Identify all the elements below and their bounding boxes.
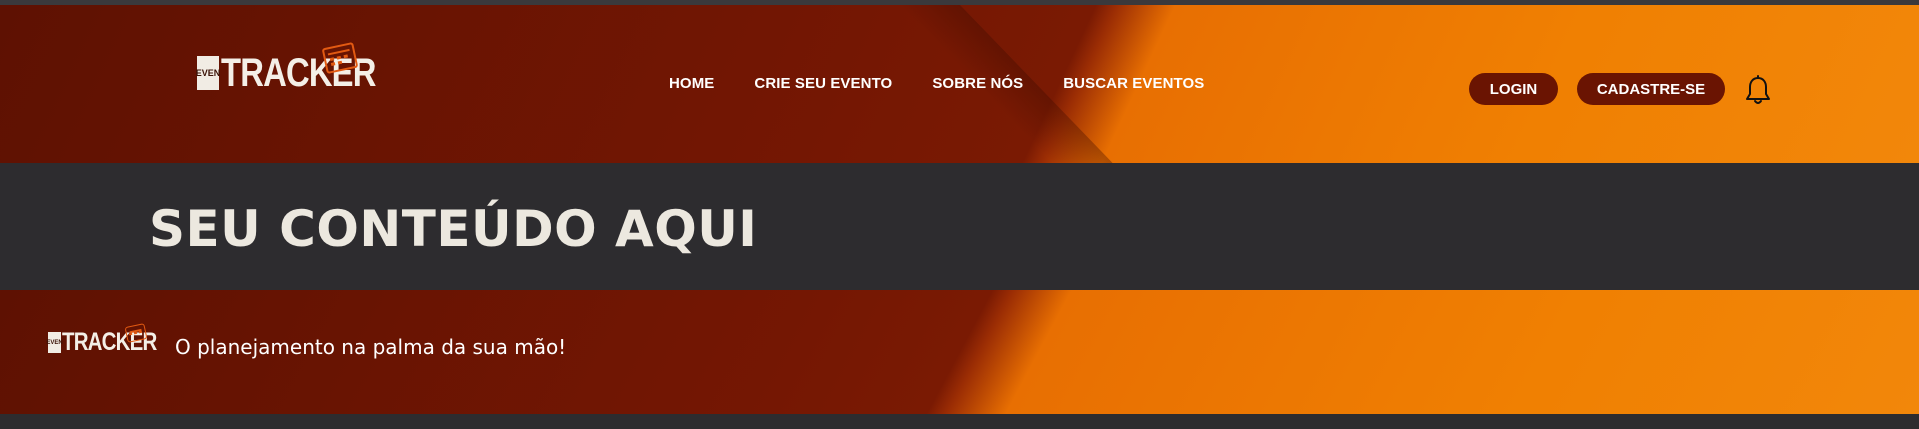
bottom-strip <box>0 414 1919 429</box>
bell-icon[interactable] <box>1744 75 1772 107</box>
login-button[interactable]: LOGIN <box>1469 73 1558 105</box>
signup-button[interactable]: CADASTRE-SE <box>1577 73 1725 105</box>
footer-logo[interactable]: EVEN TRACKER <box>46 323 177 355</box>
site-footer: EVEN TRACKER O planejamento na palma da … <box>0 290 1919 414</box>
nav-search-events[interactable]: BUSCAR EVENTOS <box>1063 75 1204 92</box>
logo-even-block: EVEN <box>195 56 221 90</box>
nav-create-event[interactable]: CRIE SEU EVENTO <box>754 75 892 92</box>
page-title: SEU CONTEÚDO AQUI <box>149 199 758 258</box>
nav-home[interactable]: HOME <box>669 75 714 92</box>
header-logo[interactable]: EVEN TRACKER <box>195 41 410 93</box>
logo-even-text: EVEN <box>46 339 63 346</box>
main-nav: HOME CRIE SEU EVENTO SOBRE NÓS BUSCAR EV… <box>669 75 1244 92</box>
logo-even-block: EVEN <box>46 332 63 353</box>
footer-tagline: O planejamento na palma da sua mão! <box>175 335 567 359</box>
nav-about-us[interactable]: SOBRE NÓS <box>932 75 1023 92</box>
logo-even-text: EVEN <box>195 67 221 78</box>
site-header: EVEN TRACKER HOME CRIE SEU EVENTO SOBRE … <box>0 5 1919 163</box>
